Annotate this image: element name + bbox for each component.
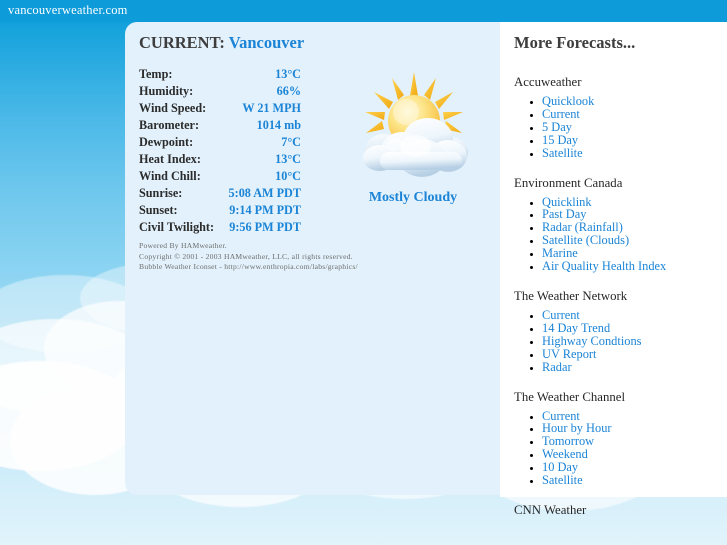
observation-value: W 21 MPH (242, 101, 301, 115)
list-item: Air Quality Health Index (542, 260, 727, 273)
list-item: Satellite (542, 146, 727, 160)
observation-value: 7°C (281, 135, 301, 149)
forecast-link[interactable]: Marine (542, 246, 578, 260)
forecast-link[interactable]: Hour by Hour (542, 421, 612, 435)
forecast-link[interactable]: Weekend (542, 447, 588, 461)
observation-row: Wind Speed: W 21 MPH (139, 100, 301, 117)
observations-table: Temp: 13°C Humidity: 66% Wind Speed: W 21 MPH… (139, 66, 301, 236)
observation-value: 66% (276, 84, 301, 98)
provider-heading: CNN Weather (514, 502, 587, 517)
sun-behind-cloud-icon (363, 72, 468, 177)
observation-label: Barometer: (139, 118, 200, 132)
forecast-link[interactable]: Air Quality Health Index (542, 259, 666, 273)
observation-row: Dewpoint: 7°C (139, 134, 301, 151)
condition-display: Mostly Cloudy (343, 70, 483, 206)
observation-row: Barometer: 1014 mb (139, 117, 301, 134)
forecast-link[interactable]: 5 Day (542, 120, 572, 134)
forecast-link[interactable]: Current (542, 308, 580, 322)
forecast-link[interactable]: Quicklook (542, 94, 594, 108)
observation-label: Heat Index: (139, 152, 201, 166)
observation-label: Humidity: (139, 84, 194, 98)
credits-block: Powered By HAMweather. Copyright © 2001 … (139, 241, 358, 273)
credits-line-copyright: Copyright © 2001 - 2003 HAMweather, LLC,… (139, 251, 353, 261)
forecast-pane: More Forecasts... AccuweatherQuicklookCu… (500, 22, 727, 517)
forecast-link[interactable]: Tomorrow (542, 434, 594, 448)
observation-value: 1014 mb (256, 118, 301, 132)
observation-label: Wind Chill: (139, 169, 201, 183)
provider-heading: The Weather Network (514, 288, 628, 303)
list-item: Satellite (542, 474, 727, 487)
observation-label: Temp: (139, 67, 173, 81)
observation-value: 5:08 AM PDT (228, 186, 301, 200)
provider-link-list: QuicklookCurrent5 Day15 DaySatellite (514, 95, 727, 160)
observation-label: Dewpoint: (139, 135, 194, 149)
credits-line-powered: Powered By HAMweather. (139, 241, 227, 250)
more-forecasts-section: More Forecasts... AccuweatherQuicklookCu… (514, 33, 727, 518)
observation-label: Sunrise: (139, 186, 183, 200)
observation-row: Wind Chill: 10°C (139, 168, 301, 185)
observation-value: 13°C (275, 152, 301, 166)
provider-link-list: CurrentHour by HourTomorrowWeekend10 Day… (514, 409, 727, 487)
observation-label: Sunset: (139, 203, 178, 217)
observation-row: Heat Index: 13°C (139, 151, 301, 168)
forecast-link[interactable]: 14 Day Trend (542, 321, 610, 335)
forecast-link[interactable]: Current (542, 409, 580, 423)
forecast-link[interactable]: Radar (Rainfall) (542, 220, 623, 234)
observation-value: 10°C (275, 169, 301, 183)
list-item: Radar (542, 360, 727, 374)
forecast-link[interactable]: Quicklink (542, 195, 592, 209)
forecast-link[interactable]: Satellite (542, 146, 583, 160)
current-label: CURRENT: (139, 33, 225, 52)
observation-row: Humidity: 66% (139, 83, 301, 100)
provider-heading: Accuweather (514, 75, 582, 89)
credits-line-iconset: Bubble Weather Iconset - http://www.enth… (139, 262, 358, 271)
provider-link-list: Current14 Day TrendHighway CondtionsUV R… (514, 309, 727, 374)
observation-label: Civil Twilight: (139, 220, 215, 234)
observation-row: Civil Twilight: 9:56 PM PDT (139, 219, 301, 236)
site-header-bar: vancouverweather.com (0, 0, 727, 22)
condition-text: Mostly Cloudy (368, 190, 458, 205)
provider-heading: Environment Canada (514, 175, 623, 190)
provider-link-list: QuicklinkPast DayRadar (Rainfall)Satelli… (514, 195, 727, 273)
observation-value: 9:56 PM PDT (229, 220, 301, 234)
observation-row: Temp: 13°C (139, 66, 301, 83)
forecast-link[interactable]: Radar (542, 360, 572, 374)
forecast-link[interactable]: 15 Day (542, 133, 578, 147)
city-name: Vancouver (228, 33, 305, 52)
observations-body: Temp: 13°C Humidity: 66% Wind Speed: W 21 MPH… (139, 66, 301, 236)
forecast-link[interactable]: Past Day (542, 207, 586, 221)
observation-row: Sunset: 9:14 PM PDT (139, 202, 301, 219)
provider-heading: The Weather Channel (514, 389, 626, 404)
observation-label: Wind Speed: (139, 101, 207, 115)
observation-row: Sunrise: 5:08 AM PDT (139, 185, 301, 202)
forecast-link[interactable]: Satellite (542, 473, 583, 487)
forecast-link[interactable]: Current (542, 107, 580, 121)
forecast-link[interactable]: Highway Condtions (542, 334, 641, 348)
forecast-link[interactable]: 10 Day (542, 460, 578, 474)
site-name: vancouverweather.com (8, 3, 128, 17)
page-title: CURRENT: Vancouver (139, 33, 304, 53)
more-forecasts-heading: More Forecasts... (514, 33, 636, 52)
current-conditions-panel: CURRENT: Vancouver Temp: 13°C Humidity: 66%… (125, 22, 500, 495)
observation-value: 9:14 PM PDT (229, 203, 301, 217)
observation-value: 13°C (275, 67, 301, 81)
forecast-link[interactable]: Satellite (Clouds) (542, 233, 629, 247)
forecast-link[interactable]: UV Report (542, 347, 597, 361)
